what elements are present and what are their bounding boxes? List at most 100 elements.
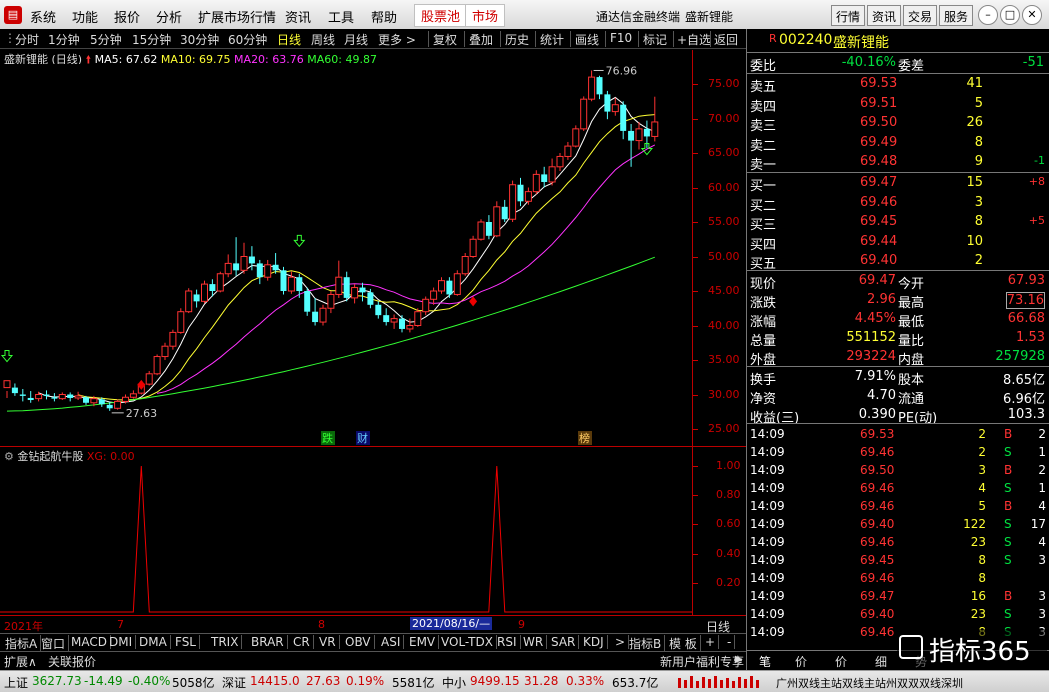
- candle: [453, 270, 461, 296]
- tool-overlay[interactable]: 叠加: [469, 31, 493, 48]
- bids-row[interactable]: 买五 69.40 2: [747, 252, 1049, 272]
- indicator-tab-10[interactable]: OBV: [342, 635, 375, 649]
- menu-ext-market[interactable]: 扩展市场行情: [198, 7, 276, 26]
- tool-add-watchlist[interactable]: +自选: [677, 31, 711, 48]
- tick-time: 14:09: [750, 481, 785, 495]
- stat-label: 股本: [898, 373, 925, 388]
- period-weekly[interactable]: 周线: [311, 31, 335, 48]
- arrow-right-icon[interactable]: ▶: [735, 654, 743, 665]
- tool-stats[interactable]: 统计: [540, 31, 564, 48]
- sh-label[interactable]: 上证: [4, 674, 28, 691]
- indicator-tab-1[interactable]: 窗口: [38, 635, 70, 652]
- asks-row[interactable]: 卖二 69.49 8: [747, 134, 1049, 154]
- minimize-icon[interactable]: –: [978, 5, 998, 25]
- period-30min[interactable]: 30分钟: [180, 31, 219, 48]
- tool-f10[interactable]: F10: [610, 31, 632, 45]
- period-15min[interactable]: 15分钟: [132, 31, 171, 48]
- indicator-tab-0[interactable]: 指标A: [2, 635, 42, 652]
- tool-mark[interactable]: 标记: [643, 31, 667, 48]
- indicator-tab-16[interactable]: SAR: [548, 635, 580, 649]
- indicator-tab-20[interactable]: 模 板: [666, 635, 701, 652]
- period-5min[interactable]: 5分钟: [90, 31, 122, 48]
- indicator-tab-9[interactable]: VR: [316, 635, 340, 649]
- btn-news[interactable]: 资讯: [867, 5, 902, 26]
- maximize-icon[interactable]: □: [1000, 5, 1020, 25]
- indicator-tab-12[interactable]: EMV: [406, 635, 440, 649]
- tool-back[interactable]: 返回: [714, 31, 738, 48]
- period-daily[interactable]: 日线: [277, 31, 301, 48]
- bids-row[interactable]: 买一 69.47 15 +8: [747, 174, 1049, 194]
- zx-label[interactable]: 中小: [442, 674, 466, 691]
- period-60min[interactable]: 60分钟: [228, 31, 267, 48]
- menu-function[interactable]: 功能: [72, 7, 98, 26]
- tab-detail[interactable]: 细: [875, 653, 887, 670]
- menu-quote[interactable]: 报价: [114, 7, 140, 26]
- indicator-tab-15[interactable]: WR: [520, 635, 548, 649]
- indicator-tab-7[interactable]: BRAR: [248, 635, 288, 649]
- indicator-tab-11[interactable]: ASI: [378, 635, 405, 649]
- indicator-tab-21[interactable]: +: [702, 635, 720, 649]
- indicator-tab-6[interactable]: TRIX: [208, 635, 243, 649]
- candle: [611, 97, 619, 116]
- period-fenshi[interactable]: 分时: [15, 31, 39, 48]
- asks-row[interactable]: 卖五 69.53 41: [747, 75, 1049, 95]
- indicator-tab-3[interactable]: DMI: [106, 635, 137, 649]
- tool-history[interactable]: 历史: [505, 31, 529, 48]
- code-tag: R: [769, 32, 777, 45]
- app-logo-icon[interactable]: ▤: [4, 6, 22, 24]
- sz-amount: 5581亿: [392, 676, 435, 690]
- menu-tools[interactable]: 工具: [328, 7, 354, 26]
- related-quote-tab[interactable]: 关联报价: [48, 653, 96, 670]
- signal-tick: 0.60: [716, 517, 741, 531]
- signal-chart[interactable]: [0, 462, 692, 615]
- order-price: 69.47: [860, 175, 898, 190]
- indicator-tab-14[interactable]: RSI: [494, 635, 521, 649]
- tick-row: 14:09 69.46 5 B 4: [747, 498, 1049, 516]
- close-icon[interactable]: ✕: [1022, 5, 1042, 25]
- new-user-promo[interactable]: 新用户福利专享: [660, 653, 744, 670]
- candle: [493, 201, 501, 238]
- price-tick: 30.00: [708, 387, 740, 401]
- event-tag[interactable]: 财: [356, 431, 370, 445]
- indicator-tab-5[interactable]: FSL: [172, 635, 200, 649]
- menu-news[interactable]: 资讯: [285, 7, 311, 26]
- event-tag[interactable]: 榜: [578, 431, 592, 445]
- candlestick-chart[interactable]: 76.96 27.63 跌 财 榜: [0, 64, 692, 446]
- bids-row[interactable]: 买四 69.44 10: [747, 233, 1049, 253]
- indicator-tab-19[interactable]: 指标B: [626, 635, 666, 652]
- menu-help[interactable]: 帮助: [371, 7, 397, 26]
- period-monthly[interactable]: 月线: [344, 31, 368, 48]
- bids-row[interactable]: 买三 69.45 8 +5: [747, 213, 1049, 233]
- asks-row[interactable]: 卖一 69.48 9 -1: [747, 153, 1049, 173]
- period-1min[interactable]: 1分钟: [48, 31, 80, 48]
- tick-volume: 8: [978, 571, 986, 585]
- tool-draw[interactable]: 画线: [575, 31, 599, 48]
- asks-row[interactable]: 卖三 69.50 26: [747, 114, 1049, 134]
- tab-ticks[interactable]: 笔: [759, 653, 771, 670]
- tab-price[interactable]: 价: [795, 653, 807, 670]
- btn-service[interactable]: 服务: [939, 5, 974, 26]
- menu-market[interactable]: 市场: [465, 4, 506, 27]
- order-price: 69.40: [860, 253, 898, 268]
- btn-trade[interactable]: 交易: [903, 5, 938, 26]
- tool-fuquan[interactable]: 复权: [433, 31, 457, 48]
- sh-change: -14.49: [84, 674, 123, 688]
- indicator-tab-22[interactable]: -: [724, 635, 736, 649]
- indicator-tab-2[interactable]: MACD: [68, 635, 111, 649]
- bids-row[interactable]: 买二 69.46 3: [747, 194, 1049, 214]
- sz-label[interactable]: 深证: [222, 674, 246, 691]
- menu-analysis[interactable]: 分析: [156, 7, 182, 26]
- tick-side: S: [1004, 517, 1012, 531]
- tab-price-2[interactable]: 价: [835, 653, 847, 670]
- indicator-tab-17[interactable]: KDJ: [580, 635, 608, 649]
- btn-quote[interactable]: 行情: [831, 5, 866, 26]
- menu-stock-pool[interactable]: 股票池: [414, 4, 468, 27]
- event-tag[interactable]: 跌: [321, 431, 335, 445]
- indicator-tab-4[interactable]: DMA: [136, 635, 171, 649]
- indicator-tab-8[interactable]: CR: [290, 635, 314, 649]
- ext-toggle[interactable]: 扩展∧: [4, 653, 37, 670]
- asks-row[interactable]: 卖四 69.51 5: [747, 95, 1049, 115]
- period-more[interactable]: 更多 >: [378, 31, 416, 48]
- menu-system[interactable]: 系统: [30, 7, 56, 26]
- indicator-tab-13[interactable]: VOL-TDX: [438, 635, 497, 649]
